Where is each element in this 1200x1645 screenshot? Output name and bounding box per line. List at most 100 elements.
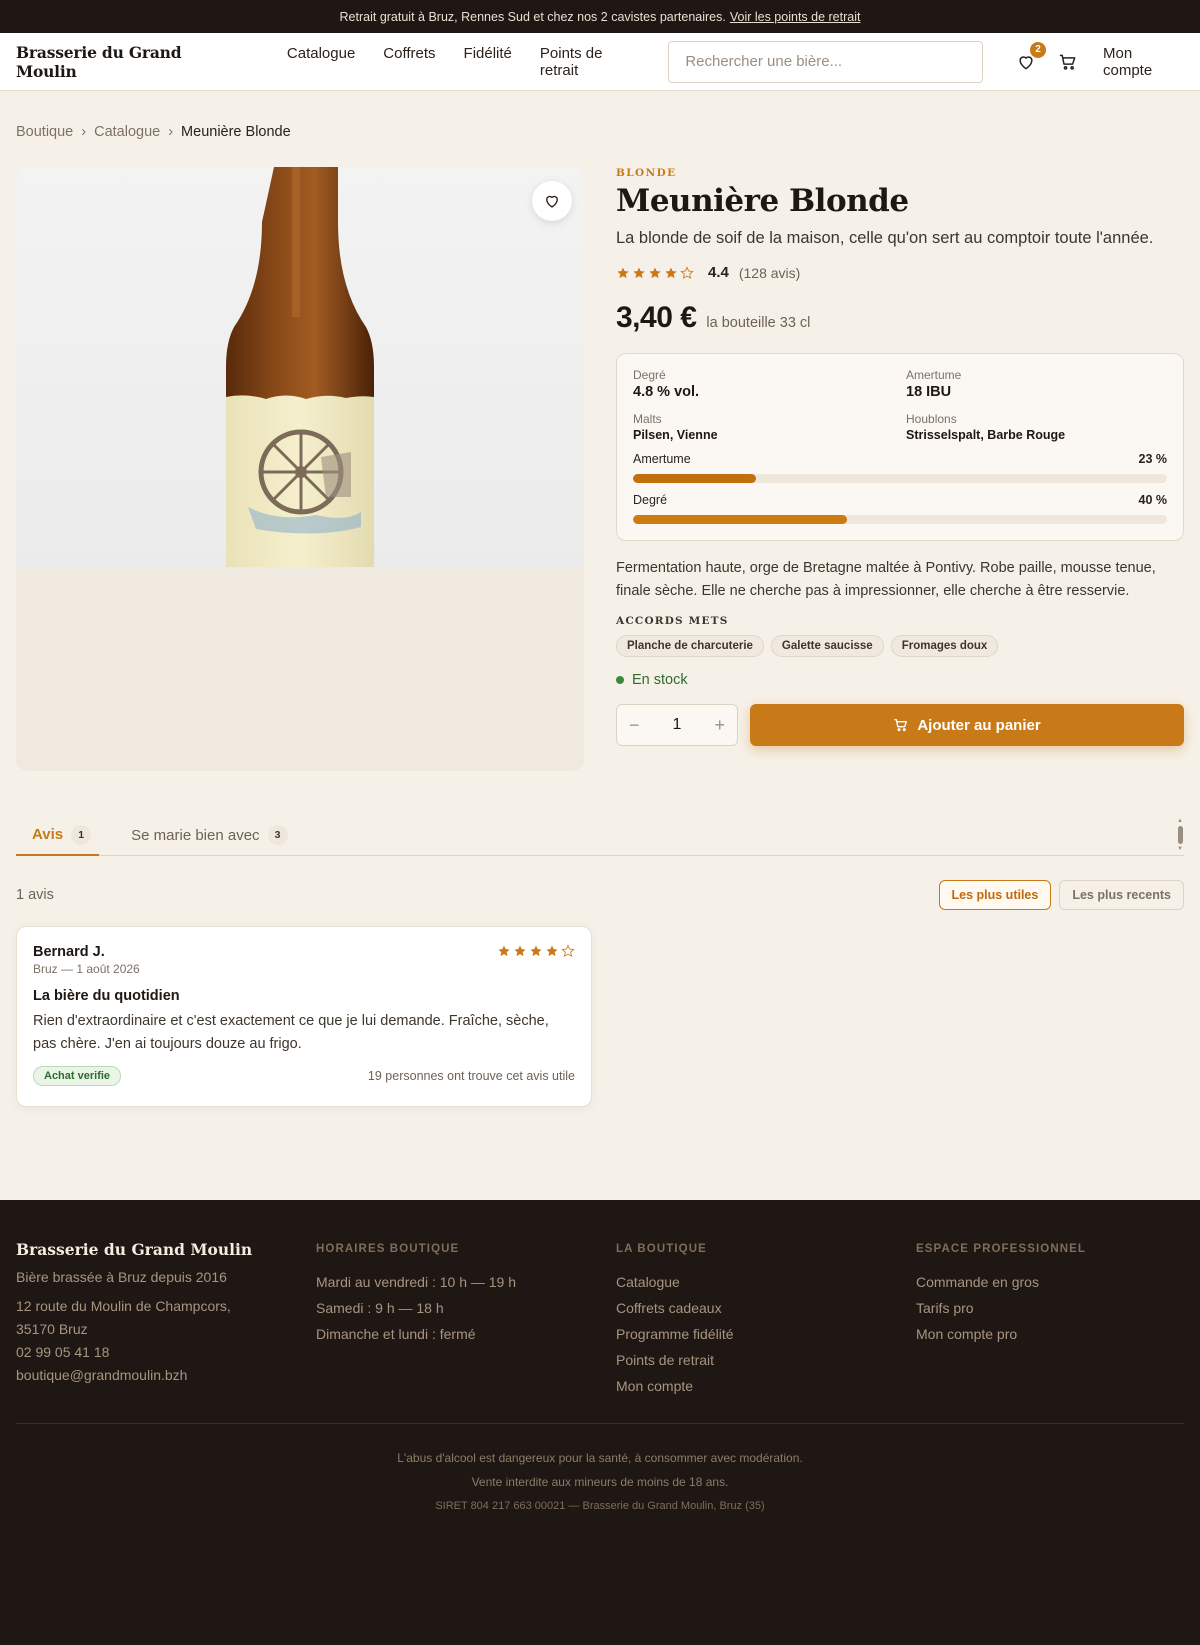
tab-avis[interactable]: Avis 1 <box>16 815 100 856</box>
footer-contact: 12 route du Moulin de Champcors, 35170 B… <box>16 1295 316 1387</box>
footer-link-compte[interactable]: Mon compte <box>616 1373 916 1399</box>
legal-warning: L'abus d'alcool est dangereux pour la sa… <box>397 1451 803 1465</box>
legal-minors: Vente interdite aux mineurs de moins de … <box>471 1475 729 1489</box>
product-tabs: Avis 1 Se marie bien avec 3 ▲ ▼ <box>16 815 1184 856</box>
star-icon <box>561 944 575 957</box>
sort-most-recent-button[interactable]: Les plus recents <box>1059 880 1184 910</box>
bar-label: Amertume <box>633 452 691 466</box>
footer-link-coffrets[interactable]: Coffrets cadeaux <box>616 1295 916 1321</box>
main-nav: Catalogue Coffrets Fidélité Points de re… <box>287 45 638 79</box>
bar-track <box>633 515 1167 524</box>
star-icon <box>665 266 677 278</box>
specs-card: Degré 4.8 % vol. Amertume 18 IBU Malts P… <box>616 353 1184 541</box>
pairing-tag[interactable]: Galette saucisse <box>770 635 884 657</box>
footer-address-line: 35170 Bruz <box>16 1321 88 1337</box>
review-stars <box>497 944 575 976</box>
star-icon <box>680 265 694 279</box>
footer-phone[interactable]: 02 99 05 41 18 <box>16 1341 316 1364</box>
price-block: 3,40 € la bouteille 33 cl <box>616 301 1184 335</box>
footer-link-compte-pro[interactable]: Mon compte pro <box>916 1321 1186 1347</box>
footer-link-points-retrait[interactable]: Points de retrait <box>616 1347 916 1373</box>
tab-count: 3 <box>267 825 288 845</box>
nav-points-retrait[interactable]: Points de retrait <box>540 45 638 79</box>
nav-catalogue[interactable]: Catalogue <box>287 45 355 79</box>
spec-label: Houblons <box>906 412 957 426</box>
add-to-cart-button[interactable]: Ajouter au panier <box>750 704 1184 746</box>
spec-value: 18 IBU <box>906 384 952 400</box>
pickup-points-link[interactable]: Voir les points de retrait <box>730 10 861 24</box>
promo-banner: Retrait gratuit à Bruz, Rennes Sud et ch… <box>0 0 1200 33</box>
cart-button[interactable] <box>1057 51 1079 73</box>
footer-heading: LA BOUTIQUE <box>616 1243 707 1255</box>
footer-logo: Brasserie du Grand Moulin <box>16 1240 253 1259</box>
product-category[interactable]: BLONDE <box>616 167 1184 179</box>
stock-status: En stock <box>616 672 1184 688</box>
sort-most-useful-button[interactable]: Les plus utiles <box>938 880 1052 910</box>
footer-brand-col: Brasserie du Grand Moulin Bière brassée … <box>16 1240 316 1399</box>
footer-shop-col: LA BOUTIQUE Catalogue Coffrets cadeaux P… <box>616 1240 916 1399</box>
review-card: Bernard J. Bruz — 1 août 2026 La bière d… <box>16 926 592 1107</box>
breadcrumb-current: Meunière Blonde <box>181 124 291 140</box>
product-tagline: La blonde de soif de la maison, celle qu… <box>616 229 1154 247</box>
scroll-up-icon[interactable]: ▲ <box>1177 818 1183 824</box>
tabs-scrollbar[interactable]: ▲ ▼ <box>1176 815 1184 855</box>
nav-coffrets[interactable]: Coffrets <box>383 45 435 79</box>
scrollbar-thumb[interactable] <box>1177 826 1183 844</box>
star-icon <box>633 266 645 278</box>
spec-value: Pilsen, Vienne <box>633 428 718 442</box>
star-icon <box>649 266 661 278</box>
tab-count: 1 <box>71 824 92 845</box>
nav-fidelite[interactable]: Fidélité <box>464 45 512 79</box>
search-input[interactable]: Rechercher une bière... <box>668 40 983 83</box>
footer-link-fidelite[interactable]: Programme fidélité <box>616 1321 916 1347</box>
review-author: Bernard J. <box>33 944 105 960</box>
bar-fill <box>633 515 847 524</box>
stock-label: En stock <box>632 672 688 688</box>
add-to-cart-label: Ajouter au panier <box>917 716 1041 734</box>
footer-link-gros[interactable]: Commande en gros <box>916 1269 1186 1295</box>
spec-label: Amertume <box>906 368 962 382</box>
footer-email[interactable]: boutique@grandmoulin.bzh <box>16 1364 316 1387</box>
pairing-tag[interactable]: Planche de charcuterie <box>616 635 764 657</box>
product-rating: 4.4 (128 avis) <box>616 264 1184 281</box>
breadcrumb: Boutique › Catalogue › Meunière Blonde <box>16 124 291 140</box>
minus-icon[interactable]: − <box>629 715 640 736</box>
spec-hops: Houblons Strisselspalt, Barbe Rouge <box>906 412 1167 442</box>
review-count-link[interactable]: (128 avis) <box>739 265 800 281</box>
product-title: Meunière Blonde <box>616 183 909 219</box>
tab-label: Se marie bien avec <box>131 826 260 844</box>
footer-link-tarifs-pro[interactable]: Tarifs pro <box>916 1295 1186 1321</box>
rating-value: 4.4 <box>708 264 729 281</box>
pairing-tag[interactable]: Fromages doux <box>890 635 999 657</box>
product-description: Fermentation haute, orge de Bretagne mal… <box>616 560 1156 599</box>
product-gallery <box>16 167 584 771</box>
bar-percent: 23 % <box>1138 452 1168 466</box>
breadcrumb-boutique[interactable]: Boutique <box>16 124 73 140</box>
purchase-controls: − 1 + Ajouter au panier <box>616 704 1184 746</box>
quantity-value[interactable]: 1 <box>673 716 682 734</box>
plus-icon[interactable]: + <box>714 715 725 736</box>
footer-divider <box>16 1423 1184 1424</box>
rating-stars <box>616 265 694 280</box>
footer-legal: L'abus d'alcool est dangereux pour la sa… <box>0 1446 1200 1518</box>
tab-se-marie-bien-avec[interactable]: Se marie bien avec 3 <box>115 815 295 855</box>
footer-heading: HORAIRES BOUTIQUE <box>316 1243 460 1255</box>
star-icon <box>498 945 510 957</box>
spec-value: Strisselspalt, Barbe Rouge <box>906 428 1066 442</box>
footer-link-catalogue[interactable]: Catalogue <box>616 1269 916 1295</box>
footer-heading: ESPACE PROFESSIONNEL <box>916 1243 1087 1255</box>
bar-track <box>633 474 1167 483</box>
site-logo[interactable]: Brasserie du Grand Moulin <box>16 43 243 81</box>
site-footer: Brasserie du Grand Moulin Bière brassée … <box>0 1200 1200 1645</box>
wishlist-button[interactable]: 2 <box>1015 41 1046 73</box>
breadcrumb-catalogue[interactable]: Catalogue <box>94 124 160 140</box>
spec-label: Degré <box>633 368 666 382</box>
spec-value: 4.8 % vol. <box>633 384 700 400</box>
account-link[interactable]: Mon compte <box>1103 45 1184 79</box>
breadcrumb-separator: › <box>81 124 87 140</box>
star-icon <box>530 945 542 957</box>
footer-hours-line: Samedi : 9 h — 18 h <box>316 1300 444 1316</box>
scroll-down-icon[interactable]: ▼ <box>1177 846 1183 852</box>
stock-dot-icon <box>616 676 624 684</box>
add-to-wishlist-button[interactable] <box>532 181 572 221</box>
